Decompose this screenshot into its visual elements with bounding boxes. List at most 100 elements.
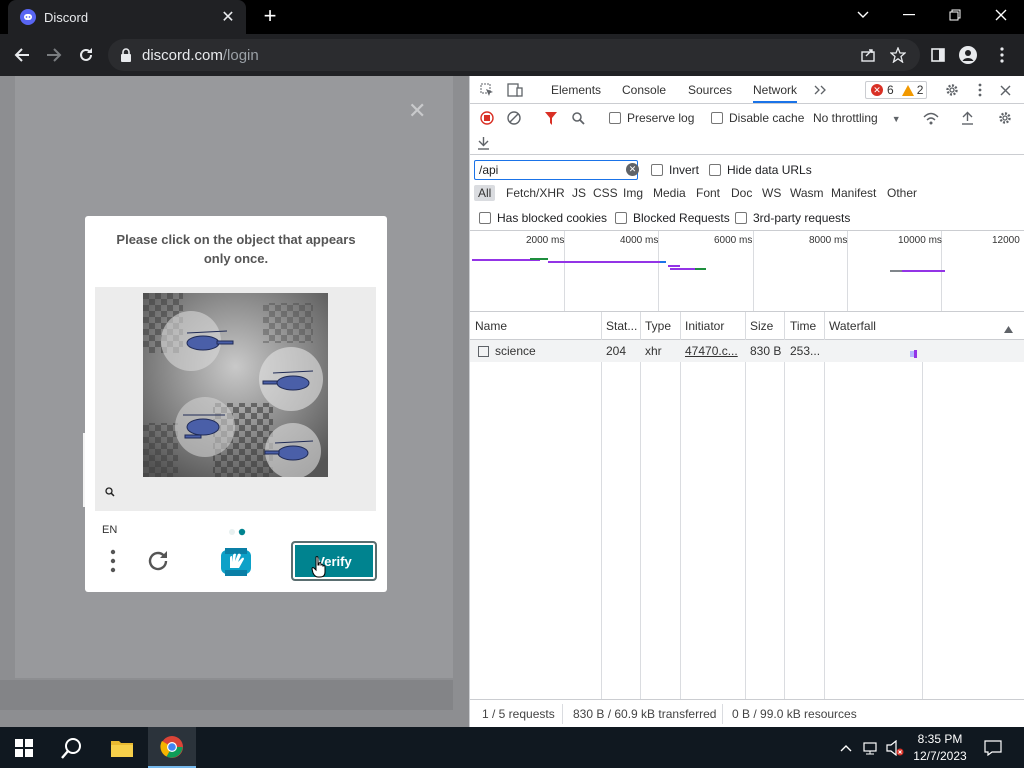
verify-button[interactable]: Verify (291, 541, 377, 581)
minimize-icon[interactable] (886, 0, 932, 30)
type-filter-js[interactable]: JS (568, 185, 590, 201)
device-toolbar-icon[interactable] (506, 81, 524, 99)
disable-cache-checkbox[interactable]: Disable cache (711, 111, 804, 125)
type-filter-media[interactable]: Media (649, 185, 690, 201)
invert-checkbox[interactable]: Invert (651, 163, 699, 177)
network-toolbar: Preserve log Disable cache No throttling… (470, 106, 1024, 130)
type-filter-all[interactable]: All (474, 185, 496, 201)
column-initiator[interactable]: Initiator (685, 319, 745, 333)
column-name[interactable]: Name (475, 319, 595, 333)
page-indicator (228, 525, 248, 536)
restore-icon[interactable] (932, 0, 978, 30)
has-blocked-cookies-checkbox[interactable]: Has blocked cookies (479, 211, 607, 225)
tab-elements[interactable]: Elements (551, 83, 601, 97)
clear-filter-icon[interactable]: ✕ (626, 163, 639, 176)
type-filter-manifest[interactable]: Manifest (827, 185, 880, 201)
devtools-menu-icon[interactable] (971, 81, 989, 99)
forward-icon[interactable] (42, 43, 66, 67)
checkbox-icon (615, 212, 627, 224)
network-settings-gear-icon[interactable] (996, 109, 1014, 127)
tab-sources[interactable]: Sources (688, 83, 732, 97)
reload-icon[interactable] (74, 43, 98, 67)
language-selector[interactable]: EN (102, 524, 117, 536)
search-icon[interactable] (569, 109, 587, 127)
more-options-icon[interactable] (105, 548, 121, 574)
column-type[interactable]: Type (645, 319, 679, 333)
page-viewport: ✕ Please click on the object that appear… (0, 76, 469, 727)
taskbar-clock[interactable]: 8:35 PM 12/7/2023 (905, 731, 975, 765)
column-divider[interactable] (601, 312, 602, 699)
lock-icon[interactable] (120, 48, 132, 62)
windows-start-icon[interactable] (0, 727, 48, 768)
network-overview[interactable]: 2000 ms 4000 ms 6000 ms 8000 ms 10000 ms… (470, 230, 1024, 312)
preserve-log-checkbox[interactable]: Preserve log (609, 111, 694, 125)
volume-muted-icon[interactable] (884, 727, 906, 768)
chrome-menu-icon[interactable] (990, 43, 1014, 67)
chrome-taskbar-icon[interactable] (148, 727, 196, 768)
column-divider[interactable] (745, 312, 746, 699)
filter-input[interactable] (474, 160, 638, 180)
side-panel-icon[interactable] (926, 43, 950, 67)
tab-console[interactable]: Console (622, 83, 666, 97)
captcha-image[interactable] (143, 293, 328, 477)
tab-search-icon[interactable] (840, 0, 886, 30)
taskbar-search-icon[interactable] (48, 727, 96, 768)
column-divider[interactable] (784, 312, 785, 699)
type-filter-img[interactable]: Img (619, 185, 647, 201)
import-har-icon[interactable] (958, 109, 976, 127)
tray-chevron-up-icon[interactable] (836, 727, 856, 768)
type-filter-other[interactable]: Other (883, 185, 921, 201)
blocked-requests-checkbox[interactable]: Blocked Requests (615, 211, 730, 225)
row-initiator-link[interactable]: 47470.c... (685, 344, 743, 358)
more-tabs-chevron-icon[interactable] (812, 81, 830, 99)
bookmark-star-icon[interactable] (886, 43, 910, 67)
warning-count: 2 (916, 83, 924, 97)
type-filter-font[interactable]: Font (692, 185, 724, 201)
notifications-icon[interactable] (978, 727, 1008, 768)
export-har-icon[interactable] (474, 134, 492, 152)
new-tab-icon[interactable]: + (258, 4, 282, 28)
request-table-header: Name Stat... Type Initiator Size Time Wa… (470, 312, 1024, 340)
type-filter-css[interactable]: CSS (589, 185, 622, 201)
share-icon[interactable] (856, 43, 880, 67)
type-filter-doc[interactable]: Doc (727, 185, 756, 201)
record-stop-icon[interactable] (478, 109, 496, 127)
network-conditions-icon[interactable] (922, 109, 940, 127)
column-time[interactable]: Time (790, 319, 824, 333)
hcaptcha-logo-icon[interactable] (219, 546, 253, 578)
profile-avatar-icon[interactable] (956, 43, 980, 67)
filter-funnel-icon[interactable] (542, 109, 560, 127)
page-footer-strip (0, 680, 453, 710)
browser-tab[interactable]: Discord ✕ (8, 0, 246, 34)
type-filter-fetch-xhr[interactable]: Fetch/XHR (502, 185, 569, 201)
table-row[interactable]: science 204 xhr 47470.c... 830 B 253... (470, 340, 1024, 362)
address-bar[interactable]: discord.com/login (108, 39, 920, 71)
column-divider[interactable] (640, 312, 641, 699)
type-filter-ws[interactable]: WS (758, 185, 785, 201)
inspect-element-icon[interactable] (478, 81, 496, 99)
close-window-icon[interactable] (978, 0, 1024, 30)
type-filter-wasm[interactable]: Wasm (786, 185, 828, 201)
hide-data-urls-checkbox[interactable]: Hide data URLs (709, 163, 812, 177)
column-status[interactable]: Stat... (606, 319, 638, 333)
throttling-select[interactable]: No throttling ▼ (813, 111, 901, 125)
sort-ascending-icon[interactable] (1004, 322, 1013, 336)
refresh-challenge-icon[interactable] (145, 548, 171, 574)
column-size[interactable]: Size (750, 319, 784, 333)
zoom-search-icon[interactable] (105, 487, 115, 500)
column-divider[interactable] (680, 312, 681, 699)
column-divider[interactable] (824, 312, 825, 699)
file-explorer-icon[interactable] (98, 727, 146, 768)
overlay-close-icon[interactable]: ✕ (408, 98, 426, 124)
issues-counter[interactable]: ✕ 6 2 (865, 81, 927, 99)
back-icon[interactable] (10, 43, 34, 67)
clear-icon[interactable] (505, 109, 523, 127)
close-devtools-icon[interactable] (996, 81, 1014, 99)
tab-network[interactable]: Network (753, 83, 798, 103)
settings-gear-icon[interactable] (943, 81, 961, 99)
network-tray-icon[interactable] (860, 727, 880, 768)
tab-close-icon[interactable]: ✕ (218, 7, 238, 27)
column-waterfall[interactable]: Waterfall (829, 319, 949, 333)
third-party-checkbox[interactable]: 3rd-party requests (735, 211, 850, 225)
browser-toolbar: discord.com/login (0, 34, 1024, 76)
